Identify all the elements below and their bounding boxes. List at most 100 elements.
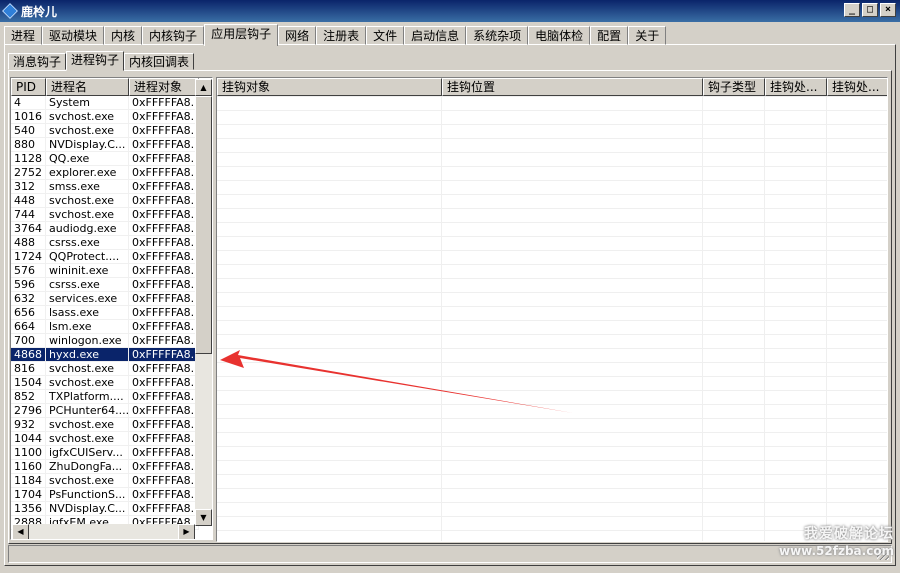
table-row[interactable]: 1724 QQProtect.... 0xFFFFFA8... (11, 250, 199, 264)
minimize-button[interactable]: _ (844, 3, 860, 17)
table-cell: 488 (11, 236, 46, 250)
table-row[interactable]: 3764 audiodg.exe 0xFFFFFA8... (11, 222, 199, 236)
tab-main-7[interactable]: 文件 (366, 26, 405, 45)
table-row[interactable]: 540 svchost.exe 0xFFFFFA8... (11, 124, 199, 138)
table-cell: winlogon.exe (46, 334, 129, 348)
scroll-thumb[interactable] (195, 96, 212, 354)
table-row[interactable]: 744 svchost.exe 0xFFFFFA8... (11, 208, 199, 222)
tab-main-9[interactable]: 系统杂项 (466, 26, 529, 45)
table-row[interactable]: 816 svchost.exe 0xFFFFFA8... (11, 362, 199, 376)
table-row[interactable]: 932 svchost.exe 0xFFFFFA8... (11, 418, 199, 432)
tab-sub-2[interactable]: 内核回调表 (124, 53, 195, 70)
table-row[interactable]: 2752 explorer.exe 0xFFFFFA8... (11, 166, 199, 180)
process-list[interactable]: PID 进程名 进程对象 4 System 0xFFFFFA8... 1016 svchos… (10, 77, 213, 540)
table-row[interactable]: 880 NVDisplay.C... 0xFFFFFA8... (11, 138, 199, 152)
table-row[interactable]: 1016 svchost.exe 0xFFFFFA8... (11, 110, 199, 124)
hook-list-grid (217, 96, 887, 541)
table-cell: 1724 (11, 250, 46, 264)
table-cell: 0xFFFFFA8... (129, 250, 199, 264)
scroll-right-icon[interactable]: ▶ (178, 524, 195, 539)
table-row[interactable]: 596 csrss.exe 0xFFFFFA8... (11, 278, 199, 292)
table-cell: 0xFFFFFA8... (129, 432, 199, 446)
hook-column-header[interactable]: 挂钩处... (827, 78, 887, 96)
tab-main-6[interactable]: 注册表 (316, 26, 367, 45)
table-cell: svchost.exe (46, 362, 129, 376)
tab-main-8[interactable]: 启动信息 (404, 26, 467, 45)
close-button[interactable]: × (880, 3, 896, 17)
table-cell: 1504 (11, 376, 46, 390)
table-cell: 312 (11, 180, 46, 194)
table-cell: 0xFFFFFA8... (129, 404, 199, 418)
table-row[interactable]: 2796 PCHunter64.... 0xFFFFFA8... (11, 404, 199, 418)
process-column-header[interactable]: 进程名 (46, 78, 129, 96)
tab-main-12[interactable]: 关于 (628, 26, 667, 45)
table-row[interactable]: 576 wininit.exe 0xFFFFFA8... (11, 264, 199, 278)
table-row[interactable]: 1128 QQ.exe 0xFFFFFA8... (11, 152, 199, 166)
table-row[interactable]: 4 System 0xFFFFFA8... (11, 96, 199, 110)
table-row[interactable]: 1184 svchost.exe 0xFFFFFA8... (11, 474, 199, 488)
table-row[interactable]: 632 services.exe 0xFFFFFA8... (11, 292, 199, 306)
table-row[interactable]: 1704 PsFunctionS... 0xFFFFFA8... (11, 488, 199, 502)
table-cell: 2796 (11, 404, 46, 418)
table-cell: 1044 (11, 432, 46, 446)
scroll-down-icon[interactable]: ▼ (195, 509, 212, 526)
tab-main-10[interactable]: 电脑体检 (528, 26, 591, 45)
table-cell: 0xFFFFFA8... (129, 264, 199, 278)
table-cell: QQProtect.... (46, 250, 129, 264)
tab-main-0[interactable]: 进程 (4, 26, 43, 45)
hook-column-header[interactable]: 钩子类型 (703, 78, 765, 96)
table-cell: ZhuDongFa... (46, 460, 129, 474)
hook-list[interactable]: 挂钩对象 挂钩位置 钩子类型 挂钩处... 挂钩处... (216, 77, 888, 542)
tab-sub-1[interactable]: 进程钩子 (66, 51, 125, 71)
scroll-up-icon[interactable]: ▲ (195, 79, 212, 96)
table-row[interactable]: 1160 ZhuDongFa... 0xFFFFFA8... (11, 460, 199, 474)
table-cell: audiodg.exe (46, 222, 129, 236)
table-cell: 4 (11, 96, 46, 110)
tab-main-4[interactable]: 应用层钩子 (204, 24, 279, 46)
hook-column-header[interactable]: 挂钩处... (765, 78, 827, 96)
process-column-header[interactable]: 进程对象 (129, 78, 199, 96)
table-cell: 1184 (11, 474, 46, 488)
main-tabs: 进程 驱动模块 内核 内核钩子 应用层钩子 网络 注册表 文件 启动信息 系统杂项 电脑体检 配置 关于 (4, 24, 667, 46)
table-cell: svchost.exe (46, 110, 129, 124)
table-cell: 632 (11, 292, 46, 306)
watermark-line1: 我爱破解论坛 (804, 526, 894, 542)
table-row[interactable]: 1356 NVDisplay.C... 0xFFFFFA8... (11, 502, 199, 516)
scroll-left-icon[interactable]: ◀ (12, 524, 29, 539)
table-cell: 0xFFFFFA8... (129, 376, 199, 390)
process-list-hscroll[interactable]: ◀ ▶ (12, 524, 195, 539)
table-row[interactable]: 664 lsm.exe 0xFFFFFA8... (11, 320, 199, 334)
table-cell: 1016 (11, 110, 46, 124)
table-row[interactable]: 312 smss.exe 0xFFFFFA8... (11, 180, 199, 194)
table-row[interactable]: 448 svchost.exe 0xFFFFFA8... (11, 194, 199, 208)
process-list-vscroll[interactable]: ▲ ▼ (195, 79, 212, 526)
table-row[interactable]: 656 lsass.exe 0xFFFFFA8... (11, 306, 199, 320)
table-cell: 2752 (11, 166, 46, 180)
tab-main-2[interactable]: 内核 (104, 26, 143, 45)
table-row[interactable]: 488 csrss.exe 0xFFFFFA8... (11, 236, 199, 250)
maximize-button[interactable]: □ (862, 3, 878, 17)
process-column-header[interactable]: PID (11, 78, 46, 96)
tab-main-5[interactable]: 网络 (278, 26, 317, 45)
table-row[interactable]: 4868 hyxd.exe 0xFFFFFA8... (11, 348, 199, 362)
table-row[interactable]: 1100 igfxCUIServ... 0xFFFFFA8... (11, 446, 199, 460)
hook-column-header[interactable]: 挂钩位置 (442, 78, 703, 96)
table-cell: svchost.exe (46, 474, 129, 488)
table-row[interactable]: 1044 svchost.exe 0xFFFFFA8... (11, 432, 199, 446)
window-title: 鹿柃儿 (21, 4, 58, 19)
table-cell: smss.exe (46, 180, 129, 194)
table-row[interactable]: 1504 svchost.exe 0xFFFFFA8... (11, 376, 199, 390)
table-row[interactable]: 700 winlogon.exe 0xFFFFFA8... (11, 334, 199, 348)
table-cell: svchost.exe (46, 376, 129, 390)
tab-main-3[interactable]: 内核钩子 (142, 26, 205, 45)
table-cell: NVDisplay.C... (46, 138, 129, 152)
tab-main-1[interactable]: 驱动模块 (42, 26, 105, 45)
table-cell: 0xFFFFFA8... (129, 222, 199, 236)
hook-column-header[interactable]: 挂钩对象 (217, 78, 442, 96)
table-row[interactable]: 852 TXPlatform.... 0xFFFFFA8... (11, 390, 199, 404)
tab-sub-0[interactable]: 消息钩子 (8, 53, 67, 70)
table-cell: 0xFFFFFA8... (129, 334, 199, 348)
table-cell: 0xFFFFFA8... (129, 166, 199, 180)
table-cell: csrss.exe (46, 236, 129, 250)
tab-main-11[interactable]: 配置 (590, 26, 629, 45)
